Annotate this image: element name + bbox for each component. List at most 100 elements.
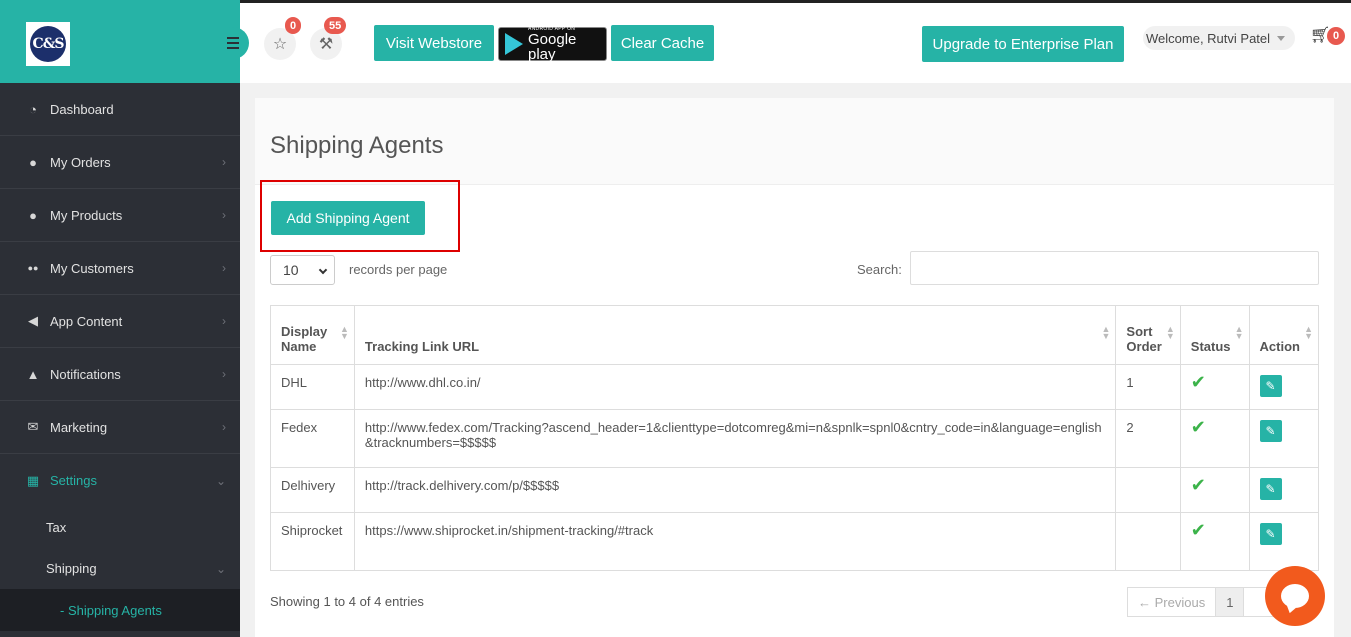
sidebar-menu: ◔ Dashboard ● My Orders › ● My Products …	[0, 83, 240, 507]
sort-icon: ▲ ▼	[1234, 324, 1244, 341]
sidebar-item-settings[interactable]: ▦ Settings ⌄	[0, 454, 240, 507]
edit-button[interactable]: ✎	[1259, 420, 1282, 442]
chat-widget-button[interactable]	[1265, 566, 1325, 626]
logo-mark: C&S	[30, 26, 66, 62]
sidebar-item-my-orders[interactable]: ● My Orders ›	[0, 136, 240, 189]
logo[interactable]: C&S	[26, 22, 70, 66]
chat-bubble-icon	[1281, 584, 1309, 608]
cell-display-name: Shiprocket	[270, 512, 355, 571]
edit-button[interactable]: ✎	[1259, 523, 1282, 545]
page-button-current[interactable]: 1	[1216, 587, 1245, 617]
sidebar-item-label: Notifications	[50, 366, 121, 382]
cell-action: ✎	[1248, 512, 1320, 571]
chevron-right-icon: ›	[222, 261, 226, 275]
chevron-right-icon: ›	[222, 155, 226, 169]
user-icon: ●	[29, 154, 37, 170]
page-length-select[interactable]: 10	[270, 255, 335, 285]
sort-icon: ▲ ▼	[340, 324, 349, 341]
shipping-agents-table: Display Name ▲ ▼ Tracking Link URL ▲ ▼ Sor…	[270, 305, 1320, 571]
sidebar-item-notifications[interactable]: ▲ Notifications ›	[0, 348, 240, 401]
column-header-action[interactable]: Action ▲ ▼	[1248, 305, 1320, 365]
sort-icon: ▲ ▼	[1165, 324, 1175, 341]
visit-webstore-button[interactable]: Visit Webstore	[374, 25, 494, 61]
table-header-row: Display Name ▲ ▼ Tracking Link URL ▲ ▼ Sor…	[270, 305, 1320, 365]
google-play-button[interactable]: ANDROID APP ON Google play	[498, 26, 607, 62]
chevron-down-icon: ⌄	[215, 561, 226, 576]
sidebar-item-marketing[interactable]: ✉ Marketing ›	[0, 401, 240, 454]
column-header-label: Sort Order	[1126, 324, 1162, 354]
topbar: ☆ 0 ⚒ 55 Visit Webstore ANDROID APP ON G…	[217, 0, 1351, 83]
user-menu[interactable]: Welcome, Rutvi Patel	[1143, 26, 1296, 50]
table-row: Fedex http://www.fedex.com/Tracking?asce…	[270, 409, 1320, 468]
sidebar-item-label: My Customers	[50, 260, 134, 276]
gavel-icon: ⚒	[318, 36, 334, 53]
google-play-icon	[505, 33, 523, 55]
sidebar-subitem-tax[interactable]: Tax	[0, 507, 240, 548]
cell-status: ✔	[1179, 512, 1250, 571]
cell-action: ✎	[1248, 409, 1320, 468]
cell-tracking-url: http://track.delhivery.com/p/$$$$$	[353, 467, 1117, 513]
previous-button[interactable]: ← Previous	[1127, 587, 1217, 617]
chevron-down-icon: ⌄	[215, 473, 226, 488]
sidebar-subitem-label: Tax	[46, 520, 67, 535]
bell-icon: ▲	[26, 366, 40, 382]
sidebar-item-dashboard[interactable]: ◔ Dashboard	[0, 83, 240, 136]
cell-action: ✎	[1248, 467, 1320, 513]
column-header-display-name[interactable]: Display Name ▲ ▼	[270, 305, 355, 365]
table-info: Showing 1 to 4 of 4 entries	[270, 594, 424, 609]
column-header-status[interactable]: Status ▲ ▼	[1179, 305, 1250, 365]
column-header-label: Display Name	[281, 324, 328, 354]
pencil-icon: ✎	[1265, 482, 1276, 496]
sidebar-item-label: Marketing	[50, 419, 108, 435]
column-header-label: Tracking Link URL	[364, 339, 480, 354]
pencil-icon: ✎	[1265, 527, 1276, 541]
menu-toggle-button[interactable]	[217, 27, 249, 59]
welcome-text: Welcome, Rutvi Patel	[1146, 30, 1271, 46]
sidebar-subitem-label: Shipping	[46, 561, 97, 576]
table-row: Shiprocket https://www.shiprocket.in/shi…	[270, 512, 1320, 571]
sidebar-item-app-content[interactable]: ◀ App Content ›	[0, 295, 240, 348]
column-header-label: Status	[1190, 339, 1231, 354]
table-row: Delhivery http://track.delhivery.com/p/$…	[270, 467, 1320, 513]
check-icon: ✔	[1190, 520, 1206, 540]
edit-button[interactable]: ✎	[1259, 375, 1282, 397]
search-input[interactable]	[910, 251, 1319, 285]
hamburger-icon	[227, 47, 239, 49]
records-per-page-label: records per page	[349, 262, 448, 277]
grid-icon: ▦	[26, 472, 40, 488]
upgrade-button[interactable]: Upgrade to Enterprise Plan	[922, 26, 1124, 62]
sidebar-subitem-label: - Shipping Agents	[60, 602, 162, 618]
user-icon: ●	[29, 207, 37, 223]
sidebar-item-my-customers[interactable]: ●● My Customers ›	[0, 242, 240, 295]
star-icon: ☆	[272, 36, 288, 53]
column-header-sort-order[interactable]: Sort Order ▲ ▼	[1115, 305, 1181, 365]
cell-tracking-url: http://www.fedex.com/Tracking?ascend_hea…	[353, 409, 1117, 468]
page-length-value: 10	[283, 262, 299, 278]
search-label: Search:	[857, 262, 902, 277]
column-header-label: Action	[1259, 339, 1300, 354]
cell-sort-order: 1	[1115, 364, 1181, 410]
sort-icon: ▲ ▼	[1304, 324, 1313, 341]
hamburger-icon	[227, 42, 239, 44]
cell-action: ✎	[1248, 364, 1320, 410]
sidebar-item-label: App Content	[50, 313, 123, 329]
sidebar-subitem-shipping-agents[interactable]: - Shipping Agents	[0, 589, 240, 631]
dashboard-icon: ◔	[29, 101, 37, 117]
cell-status: ✔	[1179, 409, 1250, 468]
sidebar-item-my-products[interactable]: ● My Products ›	[0, 189, 240, 242]
sidebar-item-label: Settings	[50, 473, 97, 488]
clear-cache-button[interactable]: Clear Cache	[611, 25, 714, 61]
add-shipping-agent-button[interactable]: Add Shipping Agent	[271, 201, 425, 235]
sidebar-subitem-shipping[interactable]: Shipping ⌄	[0, 548, 240, 589]
caret-down-icon	[1277, 35, 1286, 41]
sidebar-item-label: Dashboard	[50, 101, 114, 117]
edit-button[interactable]: ✎	[1259, 478, 1282, 500]
sidebar: C&S ◔ Dashboard ● My Orders › ● My Produ…	[0, 0, 240, 637]
cart-badge: 0	[1327, 27, 1346, 45]
column-header-tracking-url[interactable]: Tracking Link URL ▲ ▼	[353, 305, 1117, 365]
brand-header: C&S	[0, 0, 240, 83]
sort-icon: ▲ ▼	[1101, 324, 1111, 341]
cell-display-name: DHL	[270, 364, 355, 410]
envelope-icon: ✉	[27, 419, 39, 434]
chevron-right-icon: ›	[222, 314, 226, 328]
